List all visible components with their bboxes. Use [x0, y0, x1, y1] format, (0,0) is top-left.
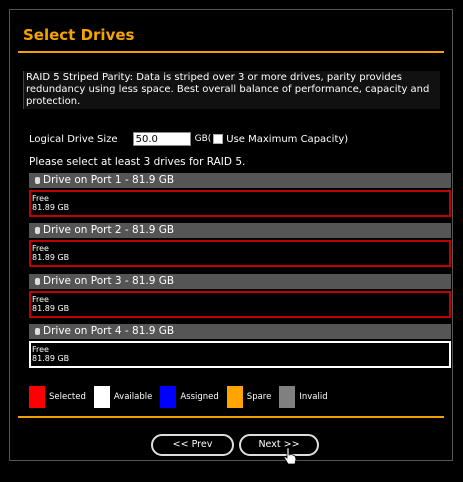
legend-swatch-assigned: [160, 386, 177, 408]
select-drives-panel: Select Drives RAID 5 Striped Parity: Dat…: [9, 9, 453, 465]
drive-box-port-3[interactable]: Free 81.89 GB: [29, 291, 451, 318]
legend-swatch-spare: [226, 386, 243, 408]
legend-label-spare: Spare: [246, 392, 272, 402]
drive-header-port-1[interactable]: Drive on Port 1 - 81.9 GB: [29, 173, 451, 188]
drive-count-hint: Please select at least 3 drives for RAID…: [29, 156, 246, 168]
drive-name: Drive on Port 3 - 81.9 GB: [43, 275, 175, 287]
legend-label-available: Available: [113, 392, 153, 402]
raid-description: RAID 5 Striped Parity: Data is striped o…: [23, 71, 440, 109]
title-divider: [18, 51, 444, 53]
drive-status: Free: [32, 345, 49, 354]
drive-status: Free: [32, 244, 49, 253]
drive-size: 81.89 GB: [32, 203, 70, 212]
drive-icon: [35, 328, 40, 335]
gb-label: GB(: [194, 134, 212, 144]
prev-button[interactable]: << Prev: [151, 434, 234, 456]
drive-name: Drive on Port 2 - 81.9 GB: [43, 224, 175, 236]
drive-box-port-2[interactable]: Free 81.89 GB: [29, 240, 451, 267]
logical-size-input[interactable]: [132, 132, 191, 146]
legend-swatch-invalid: [279, 386, 296, 408]
drive-status: Free: [32, 295, 49, 304]
drive-header-port-3[interactable]: Drive on Port 3 - 81.9 GB: [29, 274, 451, 289]
drive-icon: [35, 227, 40, 234]
logical-size-row: Logical Drive Size GB( Use Maximum Capac…: [29, 131, 348, 147]
legend-label-selected: Selected: [49, 392, 86, 402]
footer-divider: [18, 416, 444, 418]
hand-cursor-icon: [283, 447, 297, 465]
page-title: Select Drives: [23, 26, 135, 44]
drive-icon: [35, 278, 40, 285]
max-capacity-checkbox[interactable]: [213, 134, 224, 144]
legend-swatch-available: [93, 386, 110, 408]
logical-size-label: Logical Drive Size: [29, 133, 118, 145]
max-capacity-label: Use Maximum Capacity): [226, 133, 349, 145]
drive-status: Free: [32, 194, 49, 203]
drive-header-port-4[interactable]: Drive on Port 4 - 81.9 GB: [29, 324, 451, 339]
drive-size: 81.89 GB: [32, 304, 70, 313]
legend-swatch-selected: [29, 386, 45, 408]
drive-name: Drive on Port 1 - 81.9 GB: [43, 174, 175, 186]
drive-header-port-2[interactable]: Drive on Port 2 - 81.9 GB: [29, 223, 451, 238]
drive-size: 81.89 GB: [32, 354, 70, 363]
legend-label-assigned: Assigned: [180, 392, 219, 402]
legend-label-invalid: Invalid: [299, 392, 328, 402]
drive-icon: [35, 177, 40, 184]
drive-box-port-4[interactable]: Free 81.89 GB: [29, 341, 451, 368]
next-button[interactable]: Next >>: [239, 434, 319, 456]
drive-name: Drive on Port 4 - 81.9 GB: [43, 325, 175, 337]
drive-legend: Selected Available Assigned Spare Invali…: [29, 385, 336, 409]
drive-box-port-1[interactable]: Free 81.89 GB: [29, 190, 451, 217]
drive-size: 81.89 GB: [32, 253, 70, 262]
